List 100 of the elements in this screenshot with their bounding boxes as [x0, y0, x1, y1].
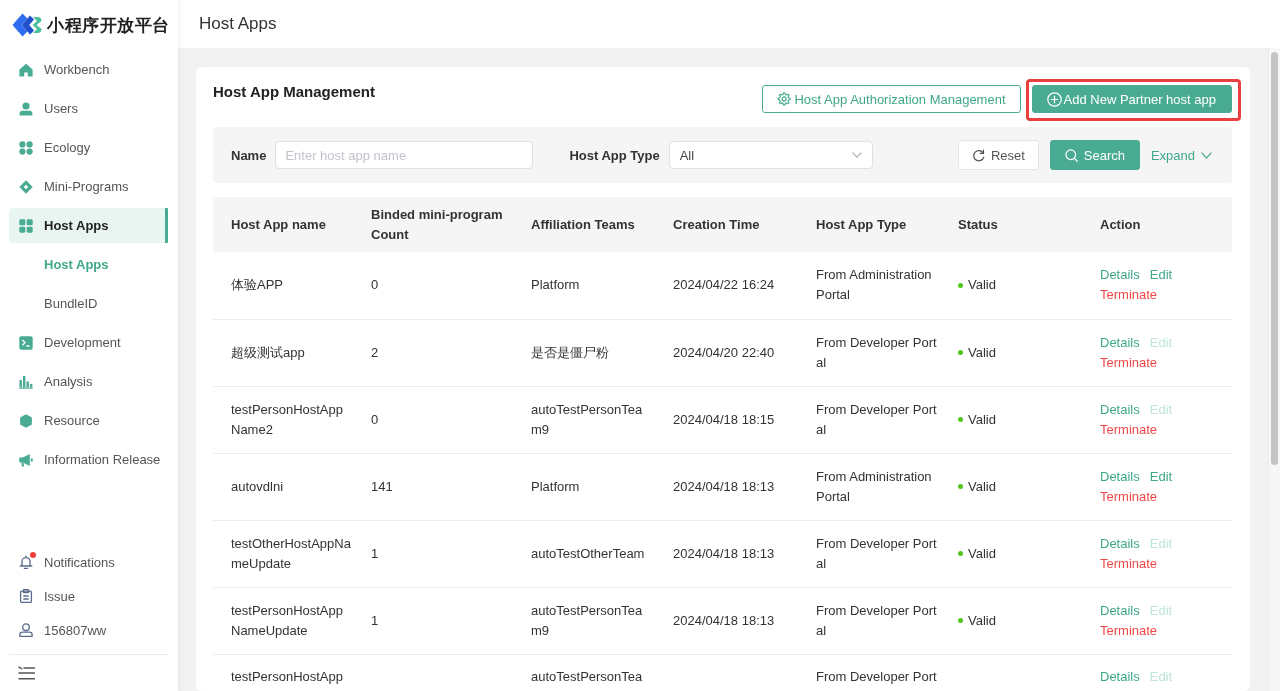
- status-label: Valid: [968, 611, 996, 630]
- table-cell: 是否是僵尸粉: [513, 319, 655, 386]
- edit-link[interactable]: Edit: [1149, 466, 1173, 487]
- table-cell: From Developer Portal: [798, 319, 940, 386]
- nav-item[interactable]: Host Apps: [9, 208, 168, 243]
- megaphone-icon: [19, 452, 33, 467]
- terminate-link[interactable]: Terminate: [1100, 620, 1158, 641]
- column-header: Status: [940, 197, 1082, 252]
- table-cell: 141: [353, 453, 513, 520]
- table-cell: 0: [353, 386, 513, 453]
- nav-item[interactable]: Development: [9, 325, 168, 360]
- table-cell: testPersonHostApp: [213, 654, 353, 691]
- table-cell: 1: [353, 520, 513, 587]
- four-dots-icon: [19, 140, 33, 155]
- details-link[interactable]: Details: [1100, 600, 1140, 621]
- scrollbar-thumb[interactable]: [1271, 52, 1278, 465]
- table-cell: From Developer Portal: [798, 587, 940, 654]
- table-cell: autoTestOtherTeam: [513, 520, 655, 587]
- type-select[interactable]: All: [668, 141, 873, 169]
- status-label: Valid: [968, 410, 996, 429]
- table-cell: 体验APP: [213, 252, 353, 319]
- submenu-item[interactable]: Host Apps: [9, 247, 168, 282]
- table-cell: 0: [353, 252, 513, 319]
- table-cell: testPersonHostAppNameUpdate: [213, 587, 353, 654]
- nav-item[interactable]: Ecology: [9, 130, 168, 165]
- search-icon: [1064, 148, 1078, 162]
- table-cell: autovdlni: [213, 453, 353, 520]
- table-cell: From Administration Portal: [798, 453, 940, 520]
- column-header: Creation Time: [655, 197, 798, 252]
- terminate-link[interactable]: Terminate: [1100, 553, 1158, 574]
- column-header: Host App Type: [798, 197, 940, 252]
- section-title: Host App Management: [213, 82, 375, 102]
- plus-circle-icon: [1046, 91, 1062, 107]
- column-header: Host App name: [213, 197, 353, 252]
- account-item[interactable]: 156807ww: [0, 613, 178, 647]
- table-cell: From Developer Port: [798, 654, 940, 691]
- table-cell: From Developer Portal: [798, 386, 940, 453]
- nav-item[interactable]: Mini-Programs: [9, 169, 168, 204]
- details-link[interactable]: Details: [1100, 533, 1140, 554]
- table-cell: 2024/04/22 16:24: [655, 252, 798, 319]
- nav-item[interactable]: Users: [9, 91, 168, 126]
- nav-item[interactable]: Information Release: [9, 442, 168, 477]
- bar-chart-icon: [19, 374, 33, 389]
- nav-item[interactable]: Workbench: [9, 52, 168, 87]
- status-label: Valid: [968, 276, 996, 295]
- four-squares-icon: [19, 218, 33, 233]
- table-cell: autoTestPersonTeam9: [513, 386, 655, 453]
- reset-button[interactable]: Reset: [957, 140, 1039, 170]
- submenu-item[interactable]: BundleID: [9, 286, 168, 321]
- bell-icon: [19, 555, 33, 569]
- table-cell: 2024/04/18 18:15: [655, 386, 798, 453]
- table-cell: testPersonHostAppName2: [213, 386, 353, 453]
- status-label: Valid: [968, 544, 996, 563]
- column-header: Action: [1082, 197, 1232, 252]
- terminate-link[interactable]: Terminate: [1100, 419, 1158, 440]
- collapse-menu-icon[interactable]: [18, 666, 35, 680]
- table-cell: 2024/04/18 18:13: [655, 587, 798, 654]
- details-link[interactable]: Details: [1100, 265, 1140, 286]
- table-cell: 超级测试app: [213, 319, 353, 386]
- terminate-link[interactable]: Terminate: [1100, 486, 1158, 507]
- refresh-icon: [971, 148, 985, 162]
- field-label: Host App Type: [569, 147, 660, 163]
- notifications-item[interactable]: Notifications: [0, 545, 178, 579]
- diamond-icon: [19, 179, 33, 194]
- column-header: Affiliation Teams: [513, 197, 655, 252]
- edit-link[interactable]: Edit: [1149, 265, 1173, 286]
- table-cell: 2024/04/18 18:13: [655, 453, 798, 520]
- status-label: Valid: [968, 343, 996, 362]
- person-icon: [19, 101, 33, 116]
- logo-icon: [12, 13, 42, 37]
- page-title: Host Apps: [199, 14, 277, 34]
- column-header: Binded mini-program Count: [353, 197, 513, 252]
- details-link[interactable]: Details: [1100, 332, 1140, 353]
- expand-link[interactable]: Expand: [1150, 147, 1212, 163]
- scrollbar[interactable]: [1268, 48, 1280, 691]
- nav-item[interactable]: Analysis: [9, 364, 168, 399]
- table-cell: 2024/04/18 18:13: [655, 520, 798, 587]
- terminate-link[interactable]: Terminate: [1100, 352, 1158, 373]
- table-cell: autoTestPersonTeam9: [513, 587, 655, 654]
- person-outline-icon: [19, 623, 33, 637]
- table-cell: Platform: [513, 453, 655, 520]
- chevron-down-icon: [851, 152, 862, 158]
- details-link[interactable]: Details: [1100, 466, 1140, 487]
- field-label: Name: [231, 147, 267, 163]
- name-input-field[interactable]: Enter host app name: [275, 141, 534, 169]
- status-label: Valid: [968, 477, 996, 496]
- nav-item[interactable]: Resource: [9, 403, 168, 438]
- issue-item[interactable]: Issue: [0, 579, 178, 613]
- gear-icon: [777, 91, 793, 107]
- details-link[interactable]: Details: [1100, 399, 1140, 420]
- table-cell: testOtherHostAppNameUpdate: [213, 520, 353, 587]
- terminate-link[interactable]: Terminate: [1100, 285, 1158, 306]
- terminal-icon: [19, 335, 33, 350]
- table-cell: autoTestPersonTea: [513, 654, 655, 691]
- details-link[interactable]: Details: [1100, 666, 1140, 687]
- hexagon-icon: [19, 413, 33, 428]
- authorization-management-button[interactable]: Host App Authorization Management: [762, 85, 1021, 113]
- table-cell: 2024/04/20 22:40: [655, 319, 798, 386]
- add-partner-app-button[interactable]: Add New Partner host app: [1031, 85, 1232, 113]
- search-button[interactable]: Search: [1049, 140, 1140, 170]
